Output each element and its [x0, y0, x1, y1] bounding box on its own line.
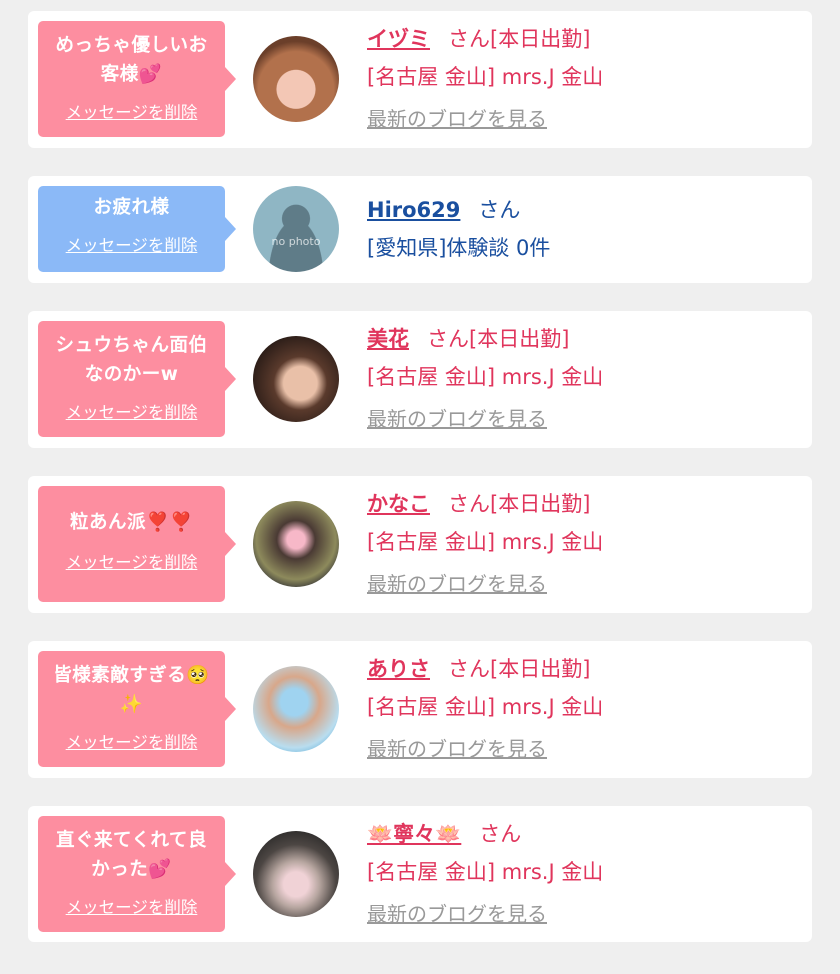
shop-info: [名古屋 金山] mrs.J 金山 [367, 65, 604, 89]
latest-blog-link[interactable]: 最新のブログを見る [367, 103, 547, 132]
sender-name-link[interactable]: ありさ [367, 657, 430, 681]
shop-info: [名古屋 金山] mrs.J 金山 [367, 365, 604, 389]
message-bubble: お疲れ様 メッセージを削除 [38, 186, 236, 272]
latest-blog-link[interactable]: 最新のブログを見る [367, 568, 547, 597]
review-count: [愛知県]体験談 0件 [367, 236, 551, 260]
delete-message-link[interactable]: メッセージを削除 [66, 549, 198, 573]
shop-info: [名古屋 金山] mrs.J 金山 [367, 530, 604, 554]
avatar[interactable] [253, 666, 339, 752]
avatar[interactable] [253, 36, 339, 122]
latest-blog-link[interactable]: 最新のブログを見る [367, 898, 547, 927]
latest-blog-link[interactable]: 最新のブログを見る [367, 733, 547, 762]
delete-message-link[interactable]: メッセージを削除 [66, 729, 198, 753]
sender-name-link[interactable]: Hiro629 [367, 198, 460, 222]
honorific: さん [448, 657, 490, 681]
message-card: お疲れ様 メッセージを削除 no photo Hiro629 さん [愛知県]体験… [28, 176, 812, 283]
honorific: さん [448, 27, 490, 51]
delete-message-link[interactable]: メッセージを削除 [66, 99, 198, 123]
delete-message-link[interactable]: メッセージを削除 [66, 399, 198, 423]
avatar[interactable] [253, 336, 339, 422]
on-duty-badge: [本日出勤] [469, 327, 570, 351]
message-bubble: 皆様素敵すぎる🥺 ✨ メッセージを削除 [38, 651, 236, 767]
sender-name-link[interactable]: 🪷寧々🪷 [367, 822, 461, 846]
avatar[interactable] [253, 831, 339, 917]
message-text: 粒あん派❣️❣️ [69, 512, 194, 533]
message-bubble: シュウちゃん面伯 なのかーw メッセージを削除 [38, 321, 236, 437]
message-text: 皆様素敵すぎる🥺 ✨ [53, 665, 210, 715]
latest-blog-link[interactable]: 最新のブログを見る [367, 403, 547, 432]
message-bubble: 粒あん派❣️❣️ メッセージを削除 [38, 486, 236, 602]
delete-message-link[interactable]: メッセージを削除 [66, 232, 198, 256]
no-photo-label: no photo [271, 235, 321, 248]
sender-name-link[interactable]: 美花 [367, 327, 409, 351]
shop-info: [名古屋 金山] mrs.J 金山 [367, 695, 604, 719]
message-card: シュウちゃん面伯 なのかーw メッセージを削除 美花 さん[本日出勤] [名古屋 … [28, 311, 812, 448]
message-card: 粒あん派❣️❣️ メッセージを削除 かなこ さん[本日出勤] [名古屋 金山] m… [28, 476, 812, 613]
message-text: めっちゃ優しいお 客様💕 [55, 35, 208, 85]
on-duty-badge: [本日出勤] [490, 657, 591, 681]
avatar[interactable]: no photo [253, 186, 339, 272]
message-card: めっちゃ優しいお 客様💕 メッセージを削除 イヅミ さん[本日出勤] [名古屋 金… [28, 11, 812, 148]
avatar[interactable] [253, 501, 339, 587]
message-text: お疲れ様 [93, 197, 170, 218]
message-text: 直ぐ来てくれて良 かった💕 [56, 830, 207, 880]
sender-name-link[interactable]: かなこ [367, 492, 430, 516]
delete-message-link[interactable]: メッセージを削除 [66, 894, 198, 918]
message-card: 皆様素敵すぎる🥺 ✨ メッセージを削除 ありさ さん[本日出勤] [名古屋 金山]… [28, 641, 812, 778]
shop-info: [名古屋 金山] mrs.J 金山 [367, 860, 604, 884]
honorific: さん [478, 198, 521, 222]
message-card: 直ぐ来てくれて良 かった💕 メッセージを削除 🪷寧々🪷 さん [名古屋 金山] m… [28, 806, 812, 942]
message-bubble: めっちゃ優しいお 客様💕 メッセージを削除 [38, 21, 236, 137]
honorific: さん [427, 327, 469, 351]
message-text: シュウちゃん面伯 なのかーw [55, 335, 208, 385]
honorific: さん [479, 822, 522, 846]
message-bubble: 直ぐ来てくれて良 かった💕 メッセージを削除 [38, 816, 236, 932]
on-duty-badge: [本日出勤] [490, 492, 591, 516]
sender-name-link[interactable]: イヅミ [367, 27, 430, 51]
on-duty-badge: [本日出勤] [490, 27, 591, 51]
honorific: さん [448, 492, 490, 516]
